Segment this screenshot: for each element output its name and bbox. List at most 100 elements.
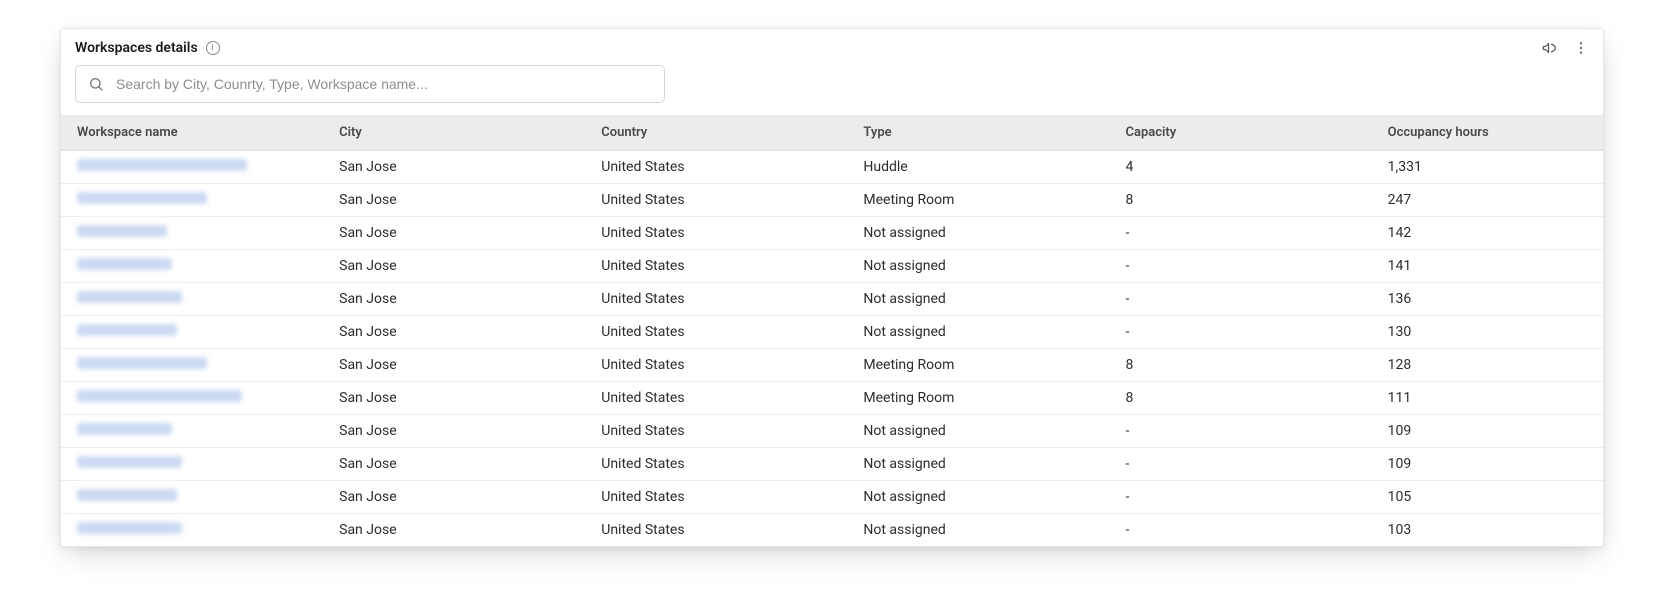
cell-city: San Jose xyxy=(323,448,585,481)
workspaces-table: Workspace name City Country Type Capacit… xyxy=(61,115,1603,546)
cell-city: San Jose xyxy=(323,481,585,514)
redacted-name xyxy=(77,390,242,402)
workspaces-details-card: Workspaces details i xyxy=(60,28,1604,547)
col-type[interactable]: Type xyxy=(847,115,1109,151)
cell-country: United States xyxy=(585,382,847,415)
cell-occupancy-hours: 141 xyxy=(1372,250,1603,283)
cell-occupancy-hours: 136 xyxy=(1372,283,1603,316)
search-box[interactable] xyxy=(75,65,665,103)
cell-occupancy-hours: 105 xyxy=(1372,481,1603,514)
cell-country: United States xyxy=(585,415,847,448)
title-wrap: Workspaces details i xyxy=(75,40,220,56)
col-workspace-name[interactable]: Workspace name xyxy=(61,115,323,151)
redacted-name xyxy=(77,456,182,468)
cell-capacity: - xyxy=(1110,217,1372,250)
cell-workspace-name xyxy=(61,250,323,283)
cell-capacity: - xyxy=(1110,283,1372,316)
table-row[interactable]: San JoseUnited StatesNot assigned-130 xyxy=(61,316,1603,349)
redacted-name xyxy=(77,258,172,270)
table-row[interactable]: San JoseUnited StatesNot assigned-141 xyxy=(61,250,1603,283)
cell-country: United States xyxy=(585,316,847,349)
cell-city: San Jose xyxy=(323,415,585,448)
col-country[interactable]: Country xyxy=(585,115,847,151)
cell-type: Not assigned xyxy=(847,514,1109,547)
cell-city: San Jose xyxy=(323,514,585,547)
announce-icon[interactable] xyxy=(1541,39,1559,57)
cell-city: San Jose xyxy=(323,283,585,316)
table-row[interactable]: San JoseUnited StatesNot assigned-105 xyxy=(61,481,1603,514)
cell-workspace-name xyxy=(61,151,323,184)
col-capacity[interactable]: Capacity xyxy=(1110,115,1372,151)
search-wrap xyxy=(61,65,1603,115)
table-row[interactable]: San JoseUnited StatesHuddle41,331 xyxy=(61,151,1603,184)
redacted-name xyxy=(77,192,207,204)
cell-type: Meeting Room xyxy=(847,382,1109,415)
redacted-name xyxy=(77,225,167,237)
cell-country: United States xyxy=(585,349,847,382)
info-icon[interactable]: i xyxy=(206,41,220,55)
table-row[interactable]: San JoseUnited StatesNot assigned-109 xyxy=(61,415,1603,448)
table-row[interactable]: San JoseUnited StatesNot assigned-136 xyxy=(61,283,1603,316)
redacted-name xyxy=(77,423,172,435)
table-row[interactable]: San JoseUnited StatesNot assigned-103 xyxy=(61,514,1603,547)
cell-country: United States xyxy=(585,283,847,316)
cell-workspace-name xyxy=(61,184,323,217)
cell-occupancy-hours: 247 xyxy=(1372,184,1603,217)
cell-capacity: - xyxy=(1110,250,1372,283)
col-city[interactable]: City xyxy=(323,115,585,151)
redacted-name xyxy=(77,324,177,336)
table-header-row: Workspace name City Country Type Capacit… xyxy=(61,115,1603,151)
cell-city: San Jose xyxy=(323,382,585,415)
redacted-name xyxy=(77,357,207,369)
col-occupancy-hours[interactable]: Occupancy hours xyxy=(1372,115,1603,151)
table-row[interactable]: San JoseUnited StatesNot assigned-109 xyxy=(61,448,1603,481)
cell-city: San Jose xyxy=(323,184,585,217)
cell-workspace-name xyxy=(61,349,323,382)
cell-type: Not assigned xyxy=(847,481,1109,514)
header-actions xyxy=(1541,39,1589,57)
cell-type: Not assigned xyxy=(847,448,1109,481)
cell-occupancy-hours: 130 xyxy=(1372,316,1603,349)
cell-city: San Jose xyxy=(323,316,585,349)
redacted-name xyxy=(77,522,182,534)
cell-type: Not assigned xyxy=(847,217,1109,250)
cell-country: United States xyxy=(585,217,847,250)
search-input[interactable] xyxy=(114,75,652,93)
cell-type: Meeting Room xyxy=(847,184,1109,217)
cell-capacity: 8 xyxy=(1110,382,1372,415)
cell-city: San Jose xyxy=(323,349,585,382)
table-row[interactable]: San JoseUnited StatesMeeting Room8128 xyxy=(61,349,1603,382)
table-row[interactable]: San JoseUnited StatesNot assigned-142 xyxy=(61,217,1603,250)
cell-country: United States xyxy=(585,151,847,184)
cell-city: San Jose xyxy=(323,250,585,283)
table-row[interactable]: San JoseUnited StatesMeeting Room8247 xyxy=(61,184,1603,217)
cell-type: Huddle xyxy=(847,151,1109,184)
cell-capacity: - xyxy=(1110,481,1372,514)
cell-capacity: - xyxy=(1110,448,1372,481)
cell-type: Not assigned xyxy=(847,250,1109,283)
cell-occupancy-hours: 142 xyxy=(1372,217,1603,250)
table-row[interactable]: San JoseUnited StatesMeeting Room8111 xyxy=(61,382,1603,415)
cell-occupancy-hours: 128 xyxy=(1372,349,1603,382)
cell-workspace-name xyxy=(61,283,323,316)
cell-country: United States xyxy=(585,448,847,481)
redacted-name xyxy=(77,159,247,171)
cell-workspace-name xyxy=(61,481,323,514)
cell-country: United States xyxy=(585,250,847,283)
redacted-name xyxy=(77,291,182,303)
more-icon[interactable] xyxy=(1573,40,1589,56)
cell-occupancy-hours: 109 xyxy=(1372,415,1603,448)
cell-workspace-name xyxy=(61,415,323,448)
cell-capacity: 4 xyxy=(1110,151,1372,184)
cell-country: United States xyxy=(585,481,847,514)
cell-capacity: - xyxy=(1110,316,1372,349)
cell-workspace-name xyxy=(61,217,323,250)
cell-type: Not assigned xyxy=(847,283,1109,316)
cell-capacity: 8 xyxy=(1110,184,1372,217)
cell-city: San Jose xyxy=(323,151,585,184)
cell-type: Not assigned xyxy=(847,415,1109,448)
cell-occupancy-hours: 1,331 xyxy=(1372,151,1603,184)
cell-workspace-name xyxy=(61,514,323,547)
cell-capacity: 8 xyxy=(1110,349,1372,382)
cell-occupancy-hours: 109 xyxy=(1372,448,1603,481)
